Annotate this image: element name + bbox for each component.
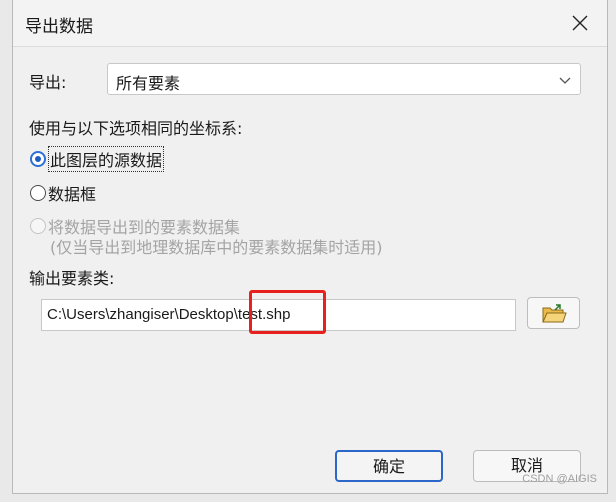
- export-data-dialog: 导出数据 导出: 所有要素 使用与以下选项相同的坐标系: 此图层的源数据 数据框…: [12, 0, 608, 494]
- radio-data-frame-label: 数据框: [48, 185, 97, 204]
- radio-source-data-label: 此图层的源数据: [48, 146, 165, 172]
- radio-selected-icon: [30, 151, 46, 167]
- annotation-highlight-box: [249, 290, 326, 334]
- export-select[interactable]: 所有要素: [107, 63, 581, 95]
- ok-button[interactable]: 确定: [335, 450, 443, 482]
- output-label: 输出要素类:: [29, 269, 115, 288]
- radio-unselected-icon: [30, 185, 46, 201]
- export-label: 导出:: [29, 73, 67, 92]
- title-bar: 导出数据: [13, 0, 607, 47]
- close-icon: [572, 15, 588, 31]
- watermark: CSDN @AIGIS: [522, 473, 597, 485]
- browse-button[interactable]: [527, 297, 580, 329]
- radio-data-frame[interactable]: 数据框: [30, 181, 96, 205]
- dialog-title: 导出数据: [25, 17, 93, 37]
- chevron-down-icon: [559, 77, 571, 84]
- open-folder-icon: [542, 304, 567, 323]
- close-button[interactable]: [567, 10, 593, 36]
- radio-feature-dataset-note: (仅当导出到地理数据库中的要素数据集时适用): [50, 238, 383, 257]
- export-select-value: 所有要素: [116, 74, 181, 93]
- radio-disabled-icon: [30, 218, 46, 234]
- radio-source-data[interactable]: 此图层的源数据: [30, 146, 165, 172]
- coordinate-heading: 使用与以下选项相同的坐标系:: [29, 119, 243, 138]
